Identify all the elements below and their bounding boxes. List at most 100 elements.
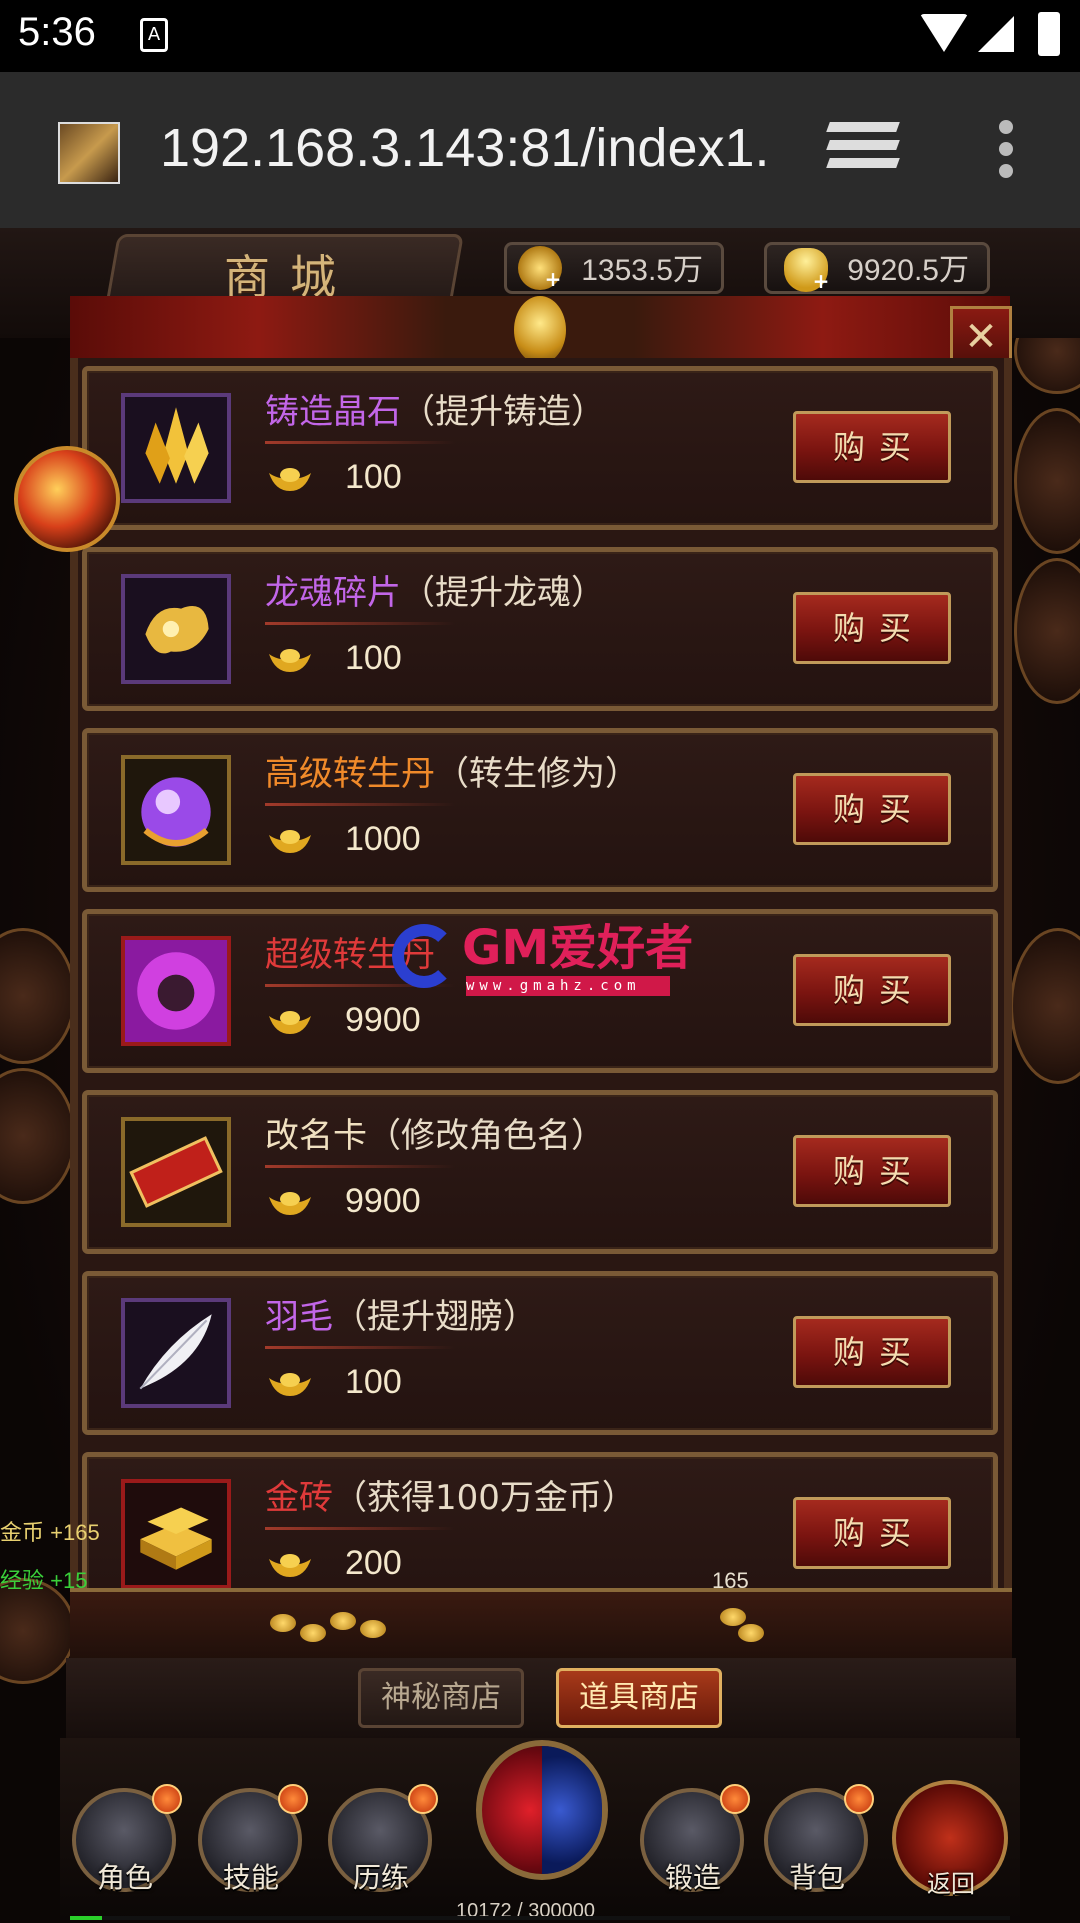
- nav-label-forge: 锻造: [664, 1861, 721, 1894]
- coin-icon: [720, 1608, 746, 1626]
- yuanbao-ingot-icon: [269, 1373, 311, 1396]
- item-description: （转生修为）: [435, 754, 639, 794]
- buy-button[interactable]: 购买: [793, 954, 951, 1026]
- super-rebirth-pill-icon[interactable]: [121, 936, 231, 1046]
- tabs-icon[interactable]: [826, 122, 902, 178]
- gold-balance-value: 1353.5万: [581, 254, 703, 287]
- side-button-right-2: [1014, 408, 1080, 554]
- item-description: （提升龙魂）: [401, 573, 605, 613]
- shop-item-row: 羽毛（提升翅膀） 100 购买: [82, 1271, 998, 1435]
- item-name-main: 铸造晶石: [265, 392, 401, 432]
- shop-item-row: 高级转生丹（转生修为） 1000 购买: [82, 728, 998, 892]
- battery-icon: [1038, 12, 1060, 56]
- coin-icon: [738, 1624, 764, 1642]
- rename-card-icon[interactable]: [121, 1117, 231, 1227]
- tab-mystery-shop[interactable]: 神秘商店: [358, 1668, 524, 1728]
- cell-signal-icon: [978, 16, 1014, 52]
- shop-tab-bar: [66, 1658, 1016, 1746]
- rebirth-pill-icon[interactable]: [121, 755, 231, 865]
- ingot-balance-value: 9920.5万: [847, 254, 969, 287]
- nav-label-bag: 背包: [788, 1861, 845, 1894]
- item-name-main: 高级转生丹: [265, 754, 435, 794]
- buy-button[interactable]: 购买: [793, 773, 951, 845]
- coin-drop-count: 165: [712, 1568, 749, 1593]
- item-price: 100: [345, 1363, 402, 1401]
- status-bar: 5:36 A: [0, 0, 1080, 72]
- item-price: 1000: [345, 820, 421, 858]
- gold-brick-icon[interactable]: [121, 1479, 231, 1589]
- yuanbao-ingot-icon: [269, 649, 311, 672]
- item-price: 200: [345, 1544, 402, 1582]
- item-name: 金砖（获得100万金币）: [265, 1471, 636, 1525]
- nav-label-skill: 技能: [222, 1861, 279, 1894]
- item-name: 龙魂碎片（提升龙魂）: [265, 566, 605, 620]
- coin-icon: [360, 1620, 386, 1638]
- item-name: 铸造晶石（提升铸造）: [265, 385, 605, 439]
- buy-button[interactable]: 购买: [793, 1497, 951, 1569]
- hp-mp-orb: [476, 1740, 608, 1880]
- gold-gain-notice: 金币 +165: [0, 1516, 100, 1550]
- coin-icon: [330, 1612, 356, 1630]
- wifi-icon: [920, 14, 968, 52]
- red-dot-badge: [408, 1784, 438, 1814]
- item-price: 100: [345, 458, 402, 496]
- exp-bar-fill: [70, 1916, 102, 1920]
- flame-orb-icon: [514, 296, 566, 364]
- tab-item-shop[interactable]: 道具商店: [556, 1668, 722, 1728]
- name-underline: [265, 803, 455, 806]
- red-dot-badge: [278, 1784, 308, 1814]
- item-description: （提升铸造）: [401, 392, 605, 432]
- watermark: GM爱好者 www.gmahz.com: [392, 920, 693, 1004]
- item-description: （获得100万金币）: [333, 1478, 636, 1518]
- item-name-main: 龙魂碎片: [265, 573, 401, 613]
- add-ingot-icon[interactable]: +: [812, 271, 830, 291]
- game-canvas: 商城 1353.5万 + 9920.5万 + ✕ 铸造晶石（提升铸造） 100 购买…: [0, 228, 1080, 1922]
- notice-value: +165: [50, 1520, 100, 1545]
- exp-bar: [70, 1916, 1010, 1920]
- add-gold-icon[interactable]: +: [544, 269, 562, 289]
- buy-button[interactable]: 购买: [793, 1135, 951, 1207]
- player-avatar[interactable]: [14, 446, 120, 552]
- coin-pile-decoration: [70, 1588, 1012, 1662]
- feather-icon[interactable]: [121, 1298, 231, 1408]
- coin-icon: [270, 1614, 296, 1632]
- nav-label-training: 历练: [352, 1861, 409, 1894]
- yuanbao-ingot-icon: [269, 468, 311, 491]
- buy-button[interactable]: 购买: [793, 411, 951, 483]
- status-time: 5:36: [18, 10, 96, 54]
- name-underline: [265, 622, 455, 625]
- site-favicon-icon: [58, 122, 120, 184]
- side-button-right-4: [1010, 928, 1080, 1084]
- item-description: （提升翅膀）: [333, 1297, 537, 1337]
- name-underline: [265, 1346, 455, 1349]
- yuanbao-ingot-icon: [269, 830, 311, 853]
- coin-icon: [300, 1624, 326, 1642]
- url-bar[interactable]: 192.168.3.143:81/index1.: [160, 116, 770, 180]
- item-name: 改名卡（修改角色名）: [265, 1109, 605, 1163]
- name-underline: [265, 1527, 455, 1530]
- watermark-url: www.gmahz.com: [466, 976, 670, 996]
- red-dot-badge: [152, 1784, 182, 1814]
- yuanbao-ingot-icon: [269, 1554, 311, 1577]
- overflow-menu-icon[interactable]: [996, 120, 1016, 184]
- notice-label: 金币: [0, 1520, 45, 1545]
- nav-label-return: 返回: [927, 1870, 975, 1898]
- item-name-main: 羽毛: [265, 1297, 333, 1337]
- shop-item-row: 铸造晶石（提升铸造） 100 购买: [82, 366, 998, 530]
- item-price: 9900: [345, 1182, 421, 1220]
- item-name: 高级转生丹（转生修为）: [265, 747, 639, 801]
- yuanbao-ingot-icon: [269, 1011, 311, 1034]
- shop-item-row: 龙魂碎片（提升龙魂） 100 购买: [82, 547, 998, 711]
- side-button-left-1: [0, 928, 76, 1064]
- buy-button[interactable]: 购买: [793, 1316, 951, 1388]
- item-name-main: 改名卡: [265, 1116, 367, 1156]
- nav-label-role: 角色: [96, 1861, 153, 1894]
- side-button-right-3: [1014, 558, 1080, 704]
- red-dot-badge: [844, 1784, 874, 1814]
- crystal-icon[interactable]: [121, 393, 231, 503]
- buy-button[interactable]: 购买: [793, 592, 951, 664]
- name-underline: [265, 1165, 455, 1168]
- item-description: （修改角色名）: [367, 1116, 605, 1156]
- dragon-soul-fragment-icon[interactable]: [121, 574, 231, 684]
- notice-label: 经验: [0, 1568, 45, 1593]
